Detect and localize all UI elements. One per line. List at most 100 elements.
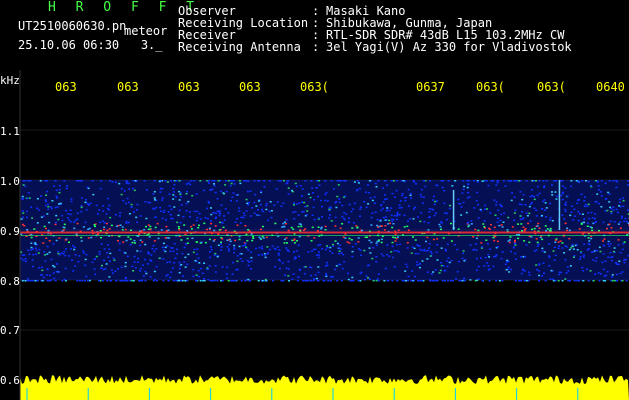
noise-speckle-dot: [561, 185, 564, 187]
noise-speckle-dot: [29, 280, 32, 282]
noise-speckle-dot: [500, 257, 503, 260]
noise-speckle-dot: [331, 252, 334, 254]
noise-speckle-dot: [235, 269, 238, 271]
noise-speckle-dot: [336, 180, 339, 182]
noise-speckle-dot: [561, 214, 564, 216]
noise-speckle-dot: [435, 251, 438, 253]
noise-speckle-dot: [429, 250, 432, 253]
noise-speckle-dot: [172, 194, 175, 196]
noise-speckle-dot: [162, 280, 165, 282]
noise-speckle-dot: [356, 188, 359, 191]
noise-speckle-dot: [407, 205, 410, 207]
noise-speckle-dot: [625, 220, 628, 223]
noise-speckle-dot: [581, 266, 584, 269]
noise-speckle-dot: [214, 225, 217, 227]
noise-speckle-dot: [279, 267, 281, 270]
noise-speckle-dot: [536, 225, 539, 227]
noise-speckle-dot: [198, 262, 201, 264]
noise-speckle-dot: [456, 248, 459, 251]
noise-speckle-dot: [269, 201, 272, 203]
noise-speckle-dot: [48, 280, 51, 282]
noise-speckle-dot: [166, 181, 169, 183]
noise-speckle-dot: [460, 206, 463, 208]
noise-speckle-dot: [610, 256, 612, 259]
noise-speckle-dot: [298, 202, 301, 204]
noise-speckle-dot: [367, 184, 369, 186]
noise-speckle-dot: [594, 249, 597, 252]
noise-speckle-dot: [406, 225, 409, 228]
noise-speckle-dot: [307, 251, 310, 253]
noise-speckle-dot: [564, 187, 567, 189]
noise-speckle-dot: [42, 242, 45, 244]
noise-speckle-dot: [587, 242, 590, 245]
noise-speckle-dot: [240, 253, 243, 255]
noise-speckle-dot: [618, 260, 621, 262]
noise-speckle-dot: [130, 206, 133, 208]
noise-speckle-dot: [290, 226, 293, 229]
noise-speckle-dot: [149, 276, 152, 278]
noise-speckle-dot: [221, 280, 224, 282]
noise-speckle-dot: [355, 225, 358, 227]
noise-speckle-dot: [598, 229, 600, 232]
noise-speckle-dot: [27, 192, 30, 194]
noise-speckle-dot: [265, 204, 268, 207]
noise-speckle-dot: [484, 180, 487, 182]
noise-speckle-dot: [150, 254, 153, 256]
noise-speckle-dot: [48, 240, 51, 242]
noise-speckle-dot: [371, 212, 374, 214]
noise-speckle-dot: [261, 247, 264, 250]
noise-speckle-dot: [418, 280, 421, 282]
noise-speckle-dot: [76, 212, 79, 214]
noise-speckle-dot: [230, 182, 233, 185]
noise-speckle-dot: [541, 250, 544, 252]
noise-speckle-dot: [226, 246, 229, 248]
noise-speckle-dot: [131, 241, 134, 244]
noise-speckle-dot: [259, 237, 262, 240]
noise-speckle-dot: [427, 229, 430, 231]
noise-speckle-dot: [153, 240, 156, 242]
noise-speckle-dot: [428, 208, 431, 210]
noise-speckle-dot: [227, 212, 230, 214]
noise-speckle-dot: [149, 225, 152, 228]
noise-speckle-dot: [336, 280, 339, 282]
noise-speckle-dot: [152, 207, 155, 210]
noise-speckle-dot: [563, 218, 566, 220]
noise-speckle-dot: [218, 229, 221, 231]
noise-speckle-dot: [610, 210, 613, 213]
noise-speckle-dot: [377, 273, 380, 275]
noise-speckle-dot: [199, 267, 202, 270]
noise-speckle-dot: [508, 271, 511, 273]
noise-speckle-dot: [542, 180, 545, 182]
noise-speckle-dot: [48, 274, 51, 277]
noise-speckle-dot: [570, 247, 573, 249]
noise-speckle-dot: [397, 251, 400, 253]
noise-speckle-dot: [411, 246, 414, 249]
noise-speckle-dot: [380, 238, 383, 240]
noise-speckle-dot: [435, 280, 438, 282]
noise-speckle-dot: [622, 197, 625, 199]
noise-speckle-dot: [393, 249, 396, 252]
noise-speckle-dot: [106, 207, 109, 210]
noise-speckle-dot: [266, 253, 269, 255]
noise-speckle-dot: [75, 233, 78, 236]
noise-speckle-dot: [198, 212, 201, 215]
noise-speckle-dot: [541, 238, 544, 241]
noise-speckle-dot: [76, 222, 79, 225]
noise-speckle-dot: [118, 215, 121, 217]
noise-speckle-dot: [287, 229, 290, 232]
noise-speckle-dot: [282, 280, 285, 282]
noise-speckle-dot: [380, 241, 383, 244]
noise-speckle-dot: [462, 188, 465, 191]
noise-speckle-dot: [468, 224, 471, 226]
noise-speckle-dot: [569, 214, 572, 217]
noise-speckle-dot: [255, 247, 257, 250]
noise-speckle-dot: [624, 258, 627, 261]
noise-speckle-dot: [549, 219, 551, 221]
noise-speckle-dot: [520, 256, 522, 258]
noise-speckle-dot: [357, 280, 360, 282]
noise-speckle-dot: [238, 238, 241, 241]
noise-speckle-dot: [543, 199, 546, 201]
noise-speckle-dot: [622, 205, 625, 208]
noise-speckle-dot: [573, 215, 576, 217]
noise-speckle-dot: [590, 185, 593, 187]
